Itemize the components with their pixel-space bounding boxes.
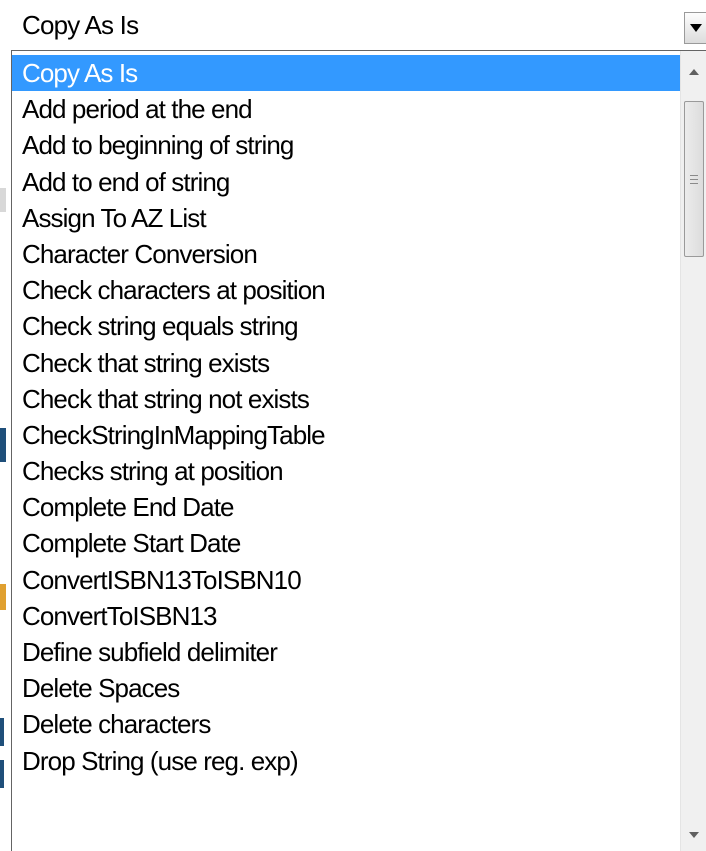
background-fragment <box>0 760 4 788</box>
dropdown-option[interactable]: Check that string not exists <box>12 381 682 417</box>
dropdown-option[interactable]: Add to beginning of string <box>12 127 682 163</box>
transformation-combobox[interactable]: Copy As Is <box>10 0 706 50</box>
background-fragment <box>0 584 6 610</box>
page: Copy As Is Copy As Is Add period at the … <box>0 0 706 851</box>
dropdown-option[interactable]: ConvertToISBN13 <box>12 598 682 634</box>
dropdown-option[interactable]: Define subfield delimiter <box>12 634 682 670</box>
scroll-up-icon <box>688 69 699 75</box>
dropdown-option[interactable]: Delete characters <box>12 706 682 742</box>
chevron-down-icon <box>689 24 702 32</box>
dropdown-options: Copy As Is Add period at the end Add to … <box>12 55 682 779</box>
scroll-down-icon <box>688 832 699 838</box>
dropdown-option[interactable]: Add to end of string <box>12 164 682 200</box>
combobox-selected-value: Copy As Is <box>22 10 139 40</box>
dropdown-option[interactable]: Check characters at position <box>12 272 682 308</box>
dropdown-option[interactable]: Character Conversion <box>12 236 682 272</box>
scroll-down-button[interactable] <box>681 818 706 851</box>
background-fragment <box>0 188 6 212</box>
dropdown-option[interactable]: Check string equals string <box>12 308 682 344</box>
dropdown-list[interactable]: Copy As Is Add period at the end Add to … <box>11 50 706 851</box>
grip-icon <box>690 174 698 184</box>
vertical-scrollbar[interactable] <box>680 51 706 851</box>
dropdown-option[interactable]: Delete Spaces <box>12 670 682 706</box>
dropdown-option[interactable]: Checks string at position <box>12 453 682 489</box>
scroll-thumb[interactable] <box>684 101 704 257</box>
dropdown-option[interactable]: Drop String (use reg. exp) <box>12 743 682 779</box>
dropdown-option[interactable]: ConvertISBN13ToISBN10 <box>12 562 682 598</box>
background-fragment <box>0 718 4 746</box>
dropdown-option[interactable]: Check that string exists <box>12 345 682 381</box>
dropdown-option[interactable]: Assign To AZ List <box>12 200 682 236</box>
dropdown-option[interactable]: Add period at the end <box>12 91 682 127</box>
dropdown-option[interactable]: Copy As Is <box>12 55 682 92</box>
dropdown-option[interactable]: Complete Start Date <box>12 525 682 561</box>
background-fragment <box>0 428 6 462</box>
dropdown-arrow-button[interactable] <box>684 12 706 44</box>
dropdown-option[interactable]: CheckStringInMappingTable <box>12 417 682 453</box>
dropdown-option[interactable]: Complete End Date <box>12 489 682 525</box>
scroll-up-button[interactable] <box>681 55 706 89</box>
